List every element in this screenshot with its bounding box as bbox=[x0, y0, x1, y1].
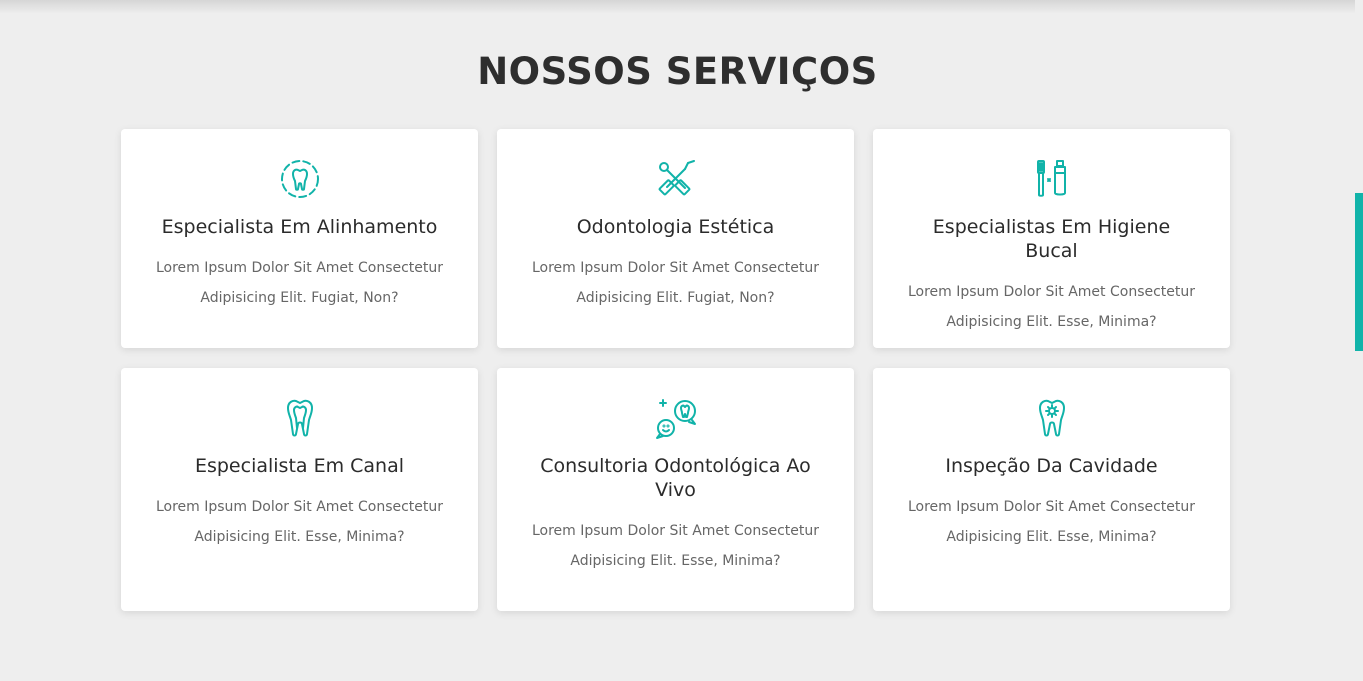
tooth-gear-icon bbox=[1030, 396, 1074, 440]
service-card: Inspeção Da Cavidade Lorem Ipsum Dolor S… bbox=[873, 368, 1230, 611]
tooth-circle-icon bbox=[278, 157, 322, 201]
service-title: Odontologia Estética bbox=[576, 216, 775, 238]
service-title: Especialistas Em Higiene Bucal bbox=[932, 216, 1171, 262]
tooth-root-icon bbox=[278, 396, 322, 440]
header-shadow bbox=[0, 0, 1355, 14]
services-grid: Especialista Em Alinhamento Lorem Ipsum … bbox=[121, 129, 1231, 611]
service-title: Inspeção Da Cavidade bbox=[945, 455, 1158, 477]
service-description: Lorem Ipsum Dolor Sit Amet Consectetur A… bbox=[907, 284, 1196, 330]
scrollbar-thumb[interactable] bbox=[1355, 193, 1363, 351]
service-description: Lorem Ipsum Dolor Sit Amet Consectetur A… bbox=[907, 499, 1196, 545]
service-title: Consultoria Odontológica Ao Vivo bbox=[540, 455, 811, 501]
service-description: Lorem Ipsum Dolor Sit Amet Consectetur A… bbox=[531, 260, 820, 306]
service-description: Lorem Ipsum Dolor Sit Amet Consectetur A… bbox=[155, 499, 444, 545]
scrollbar[interactable] bbox=[1355, 0, 1363, 681]
dental-tools-icon bbox=[654, 157, 698, 201]
service-card: Consultoria Odontológica Ao Vivo Lorem I… bbox=[497, 368, 854, 611]
service-card: Odontologia Estética Lorem Ipsum Dolor S… bbox=[497, 129, 854, 348]
chat-tooth-icon bbox=[654, 396, 698, 440]
toothbrush-toothpaste-icon bbox=[1030, 157, 1074, 201]
service-title: Especialista Em Canal bbox=[194, 455, 405, 477]
service-description: Lorem Ipsum Dolor Sit Amet Consectetur A… bbox=[155, 260, 444, 306]
service-card: Especialistas Em Higiene Bucal Lorem Ips… bbox=[873, 129, 1230, 348]
service-description: Lorem Ipsum Dolor Sit Amet Consectetur A… bbox=[531, 523, 820, 569]
service-card: Especialista Em Alinhamento Lorem Ipsum … bbox=[121, 129, 478, 348]
service-card: Especialista Em Canal Lorem Ipsum Dolor … bbox=[121, 368, 478, 611]
service-title: Especialista Em Alinhamento bbox=[161, 216, 438, 238]
section-title: NOSSOS SERVIÇOS bbox=[477, 50, 878, 93]
